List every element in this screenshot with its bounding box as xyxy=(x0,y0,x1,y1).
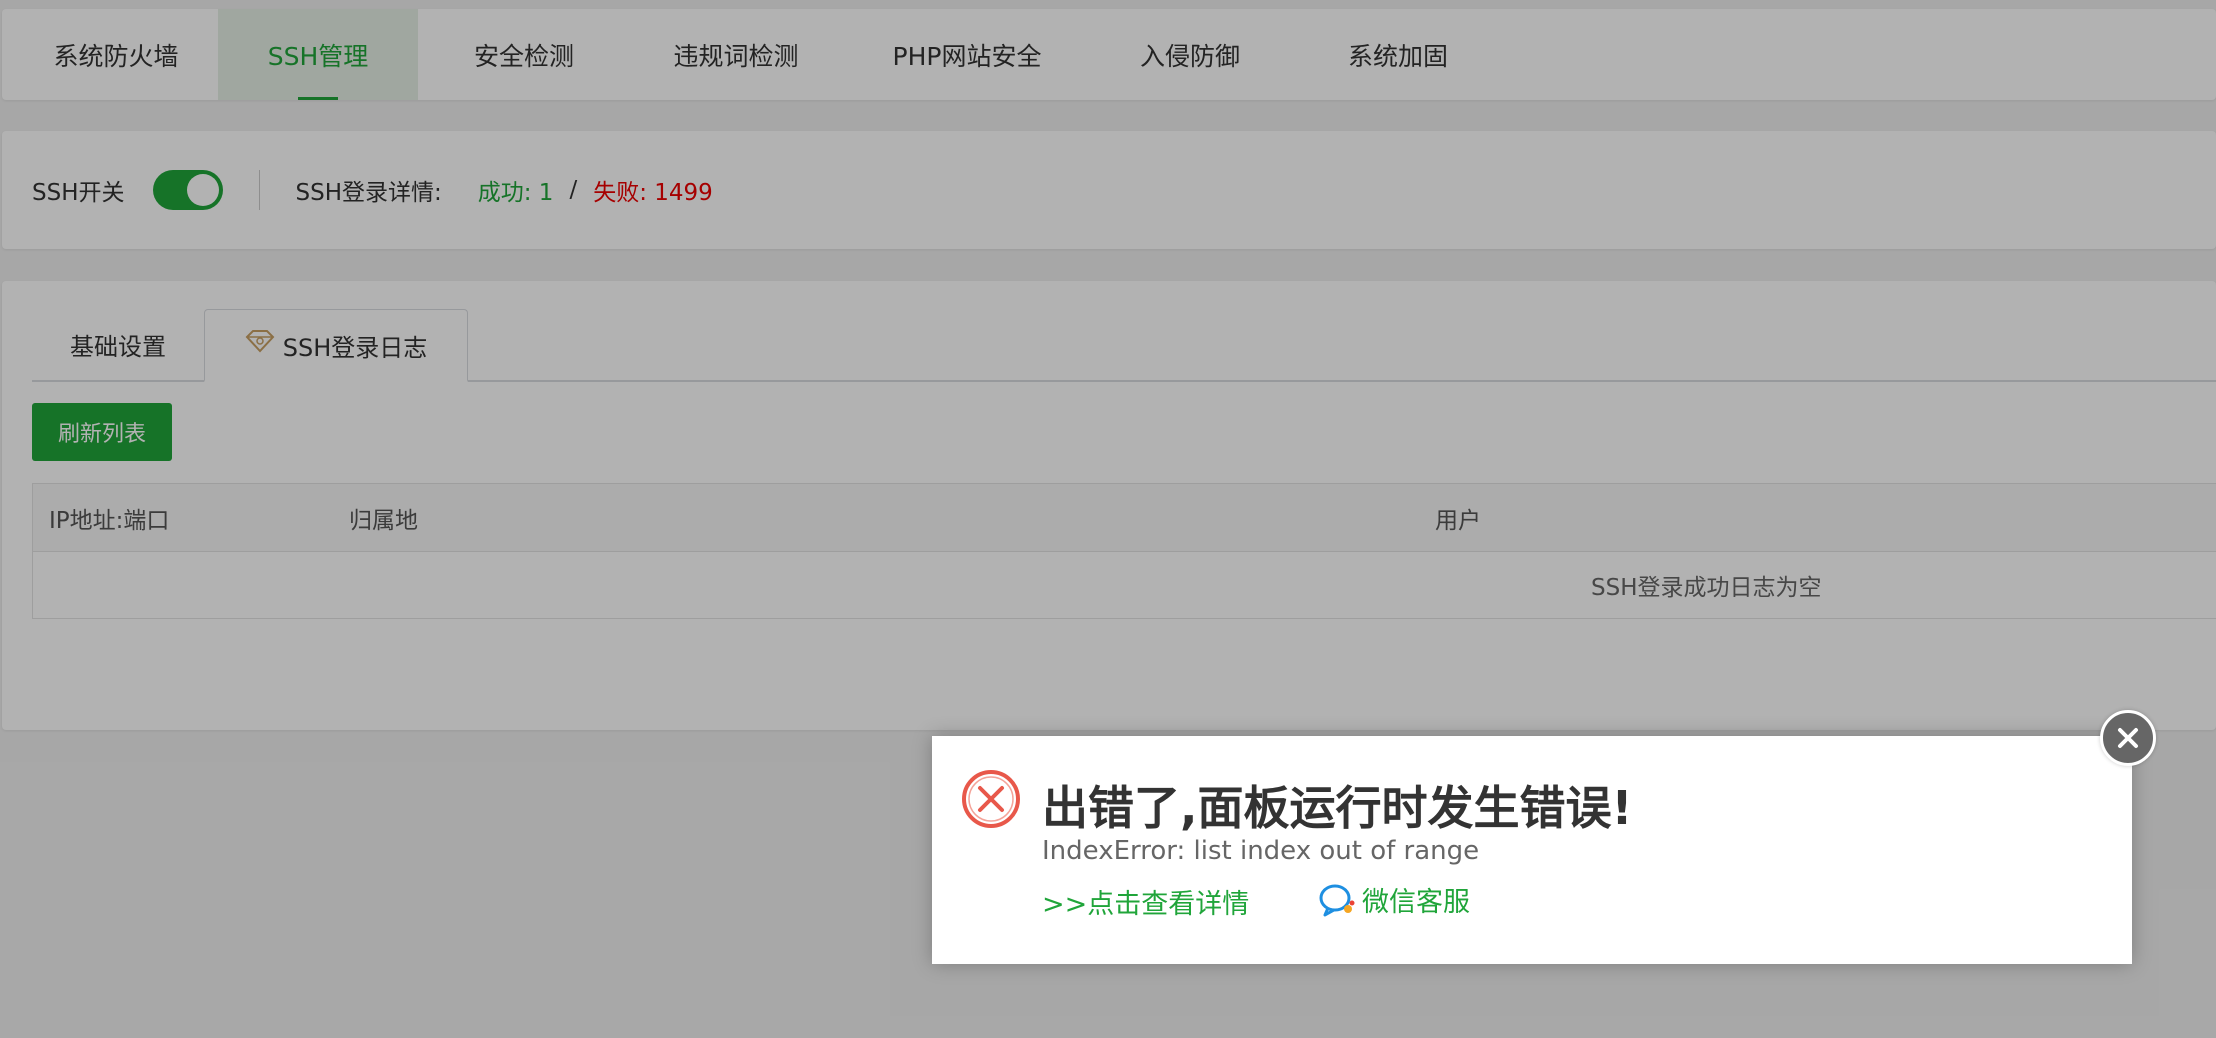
wechat-support-label: 微信客服 xyxy=(1362,887,1470,918)
view-details-link[interactable]: >>点击查看详情 xyxy=(1042,882,1249,921)
error-title: 出错了,面板运行时发生错误! xyxy=(1042,781,1633,835)
error-message: IndexError: list index out of range xyxy=(1042,836,1480,866)
close-icon xyxy=(2118,728,2138,748)
error-dialog: 出错了,面板运行时发生错误! IndexError: list index ou… xyxy=(932,736,2132,964)
close-dialog-button[interactable] xyxy=(2100,710,2156,766)
wechat-support-link[interactable]: 微信客服 xyxy=(1318,880,1470,919)
chat-bubble-icon xyxy=(1319,884,1355,916)
error-icon xyxy=(962,770,1020,828)
